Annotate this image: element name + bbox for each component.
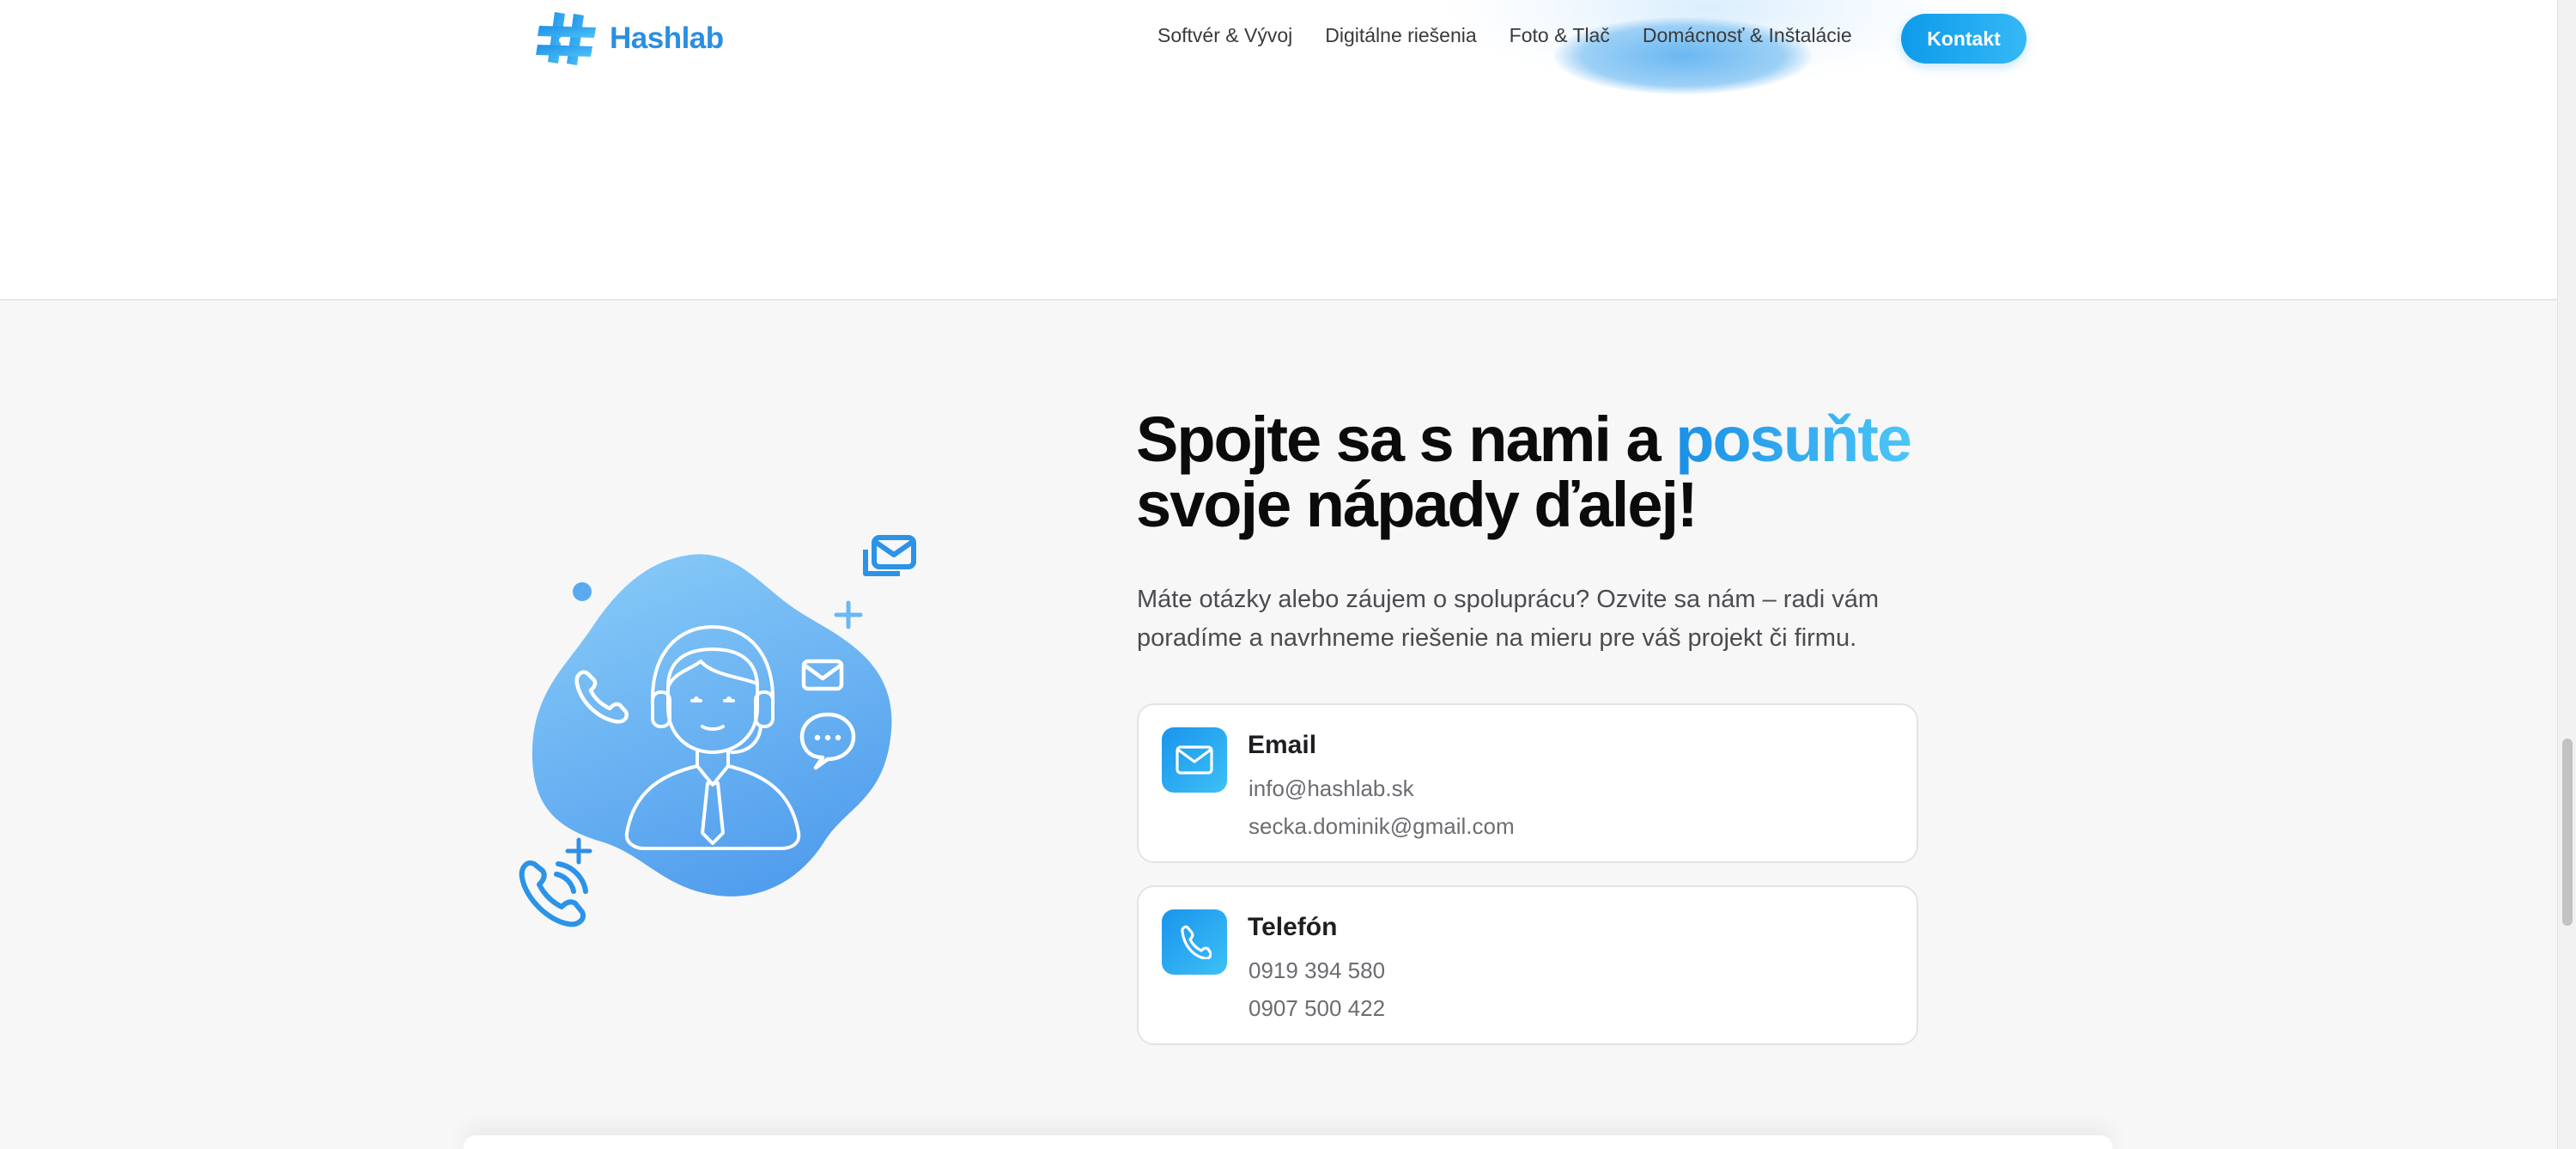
phone-icon: [1162, 909, 1227, 975]
phone-secondary[interactable]: 0907 500 422: [1249, 995, 1385, 1022]
phone-card: Telefón 0919 394 580 0907 500 422: [1137, 885, 1918, 1045]
logo-text: Hashlab: [610, 21, 724, 55]
email-primary[interactable]: info@hashlab.sk: [1249, 775, 1414, 802]
contact-button[interactable]: Kontakt: [1901, 14, 2026, 64]
mail-icon: [1162, 727, 1227, 793]
headline-text-part1: Spojte sa s nami a: [1136, 404, 1676, 475]
nav-item-photo-print[interactable]: Foto & Tlač: [1510, 24, 1610, 47]
next-section-edge: [464, 1135, 2112, 1149]
nav-item-digital[interactable]: Digitálne riešenia: [1325, 24, 1476, 47]
contact-headline: Spojte sa s nami a posuňte svoje nápady …: [1136, 407, 1995, 538]
nav-item-home-install[interactable]: Domácnosť & Inštalácie: [1643, 24, 1852, 47]
scrollbar[interactable]: [2557, 0, 2576, 1149]
main-nav: Softvér & Vývoj Digitálne riešenia Foto …: [1157, 24, 1852, 47]
phone-card-title: Telefón: [1248, 913, 1338, 941]
nav-item-software[interactable]: Softvér & Vývoj: [1157, 24, 1292, 47]
phone-primary[interactable]: 0919 394 580: [1249, 958, 1385, 984]
email-secondary[interactable]: secka.dominik@gmail.com: [1249, 813, 1515, 840]
headline-text-part2: svoje nápady ďalej!: [1136, 469, 1698, 540]
email-card: Email info@hashlab.sk secka.dominik@gmai…: [1137, 703, 1918, 863]
scrollbar-thumb[interactable]: [2562, 739, 2573, 926]
support-agent-illustration: [507, 524, 936, 936]
logo-link[interactable]: Hashlab: [536, 10, 724, 67]
site-header: Hashlab Softvér & Vývoj Digitálne riešen…: [0, 0, 2557, 77]
headline-accent: posuňte: [1675, 404, 1912, 475]
email-card-title: Email: [1248, 731, 1317, 759]
hashtag-logo-icon: [536, 10, 598, 67]
contact-lead-text: Máte otázky alebo záujem o spoluprácu? O…: [1137, 586, 1879, 652]
